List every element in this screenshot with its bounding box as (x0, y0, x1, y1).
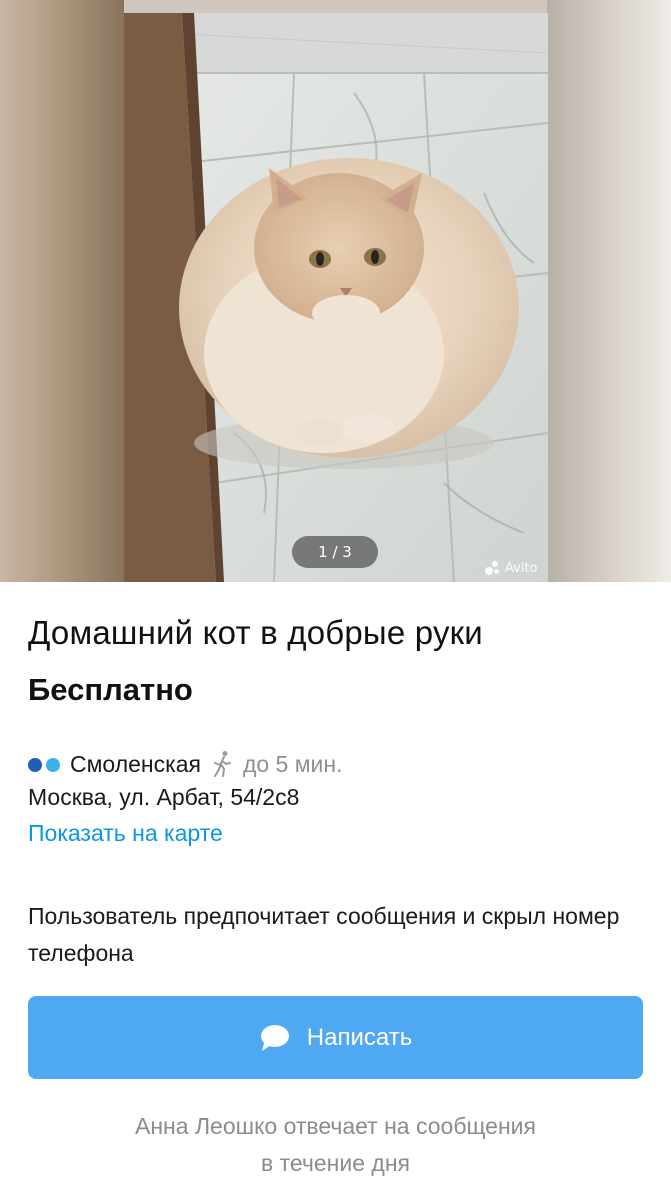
cat-photo-image (124, 13, 548, 582)
contact-preference-text: Пользователь предпочитает сообщения и ск… (28, 903, 620, 966)
write-message-button[interactable]: Написать (28, 996, 643, 1079)
listing-title: Домашний кот в добрые руки (28, 614, 483, 651)
metro-line-dot (28, 758, 42, 772)
avito-watermark: Avito (485, 558, 538, 578)
photo-gallery[interactable]: 1 / 3 Avito (0, 0, 671, 582)
reply-time-note: Анна Леошко отвечает на сообщения в тече… (0, 1108, 671, 1182)
address: Москва, ул. Арбат, 54/2с8 (28, 784, 300, 810)
chat-bubble-icon (260, 1024, 289, 1051)
show-on-map-link[interactable]: Показать на карте (28, 820, 223, 847)
write-button-label: Написать (306, 1023, 413, 1051)
metro-line-dot (46, 758, 60, 772)
watermark-text: Avito (505, 560, 538, 576)
walk-icon (213, 751, 231, 777)
metro-info: Смоленская до 5 мин. (28, 746, 342, 782)
listing-photo[interactable] (124, 13, 548, 582)
gallery-blur-right (547, 0, 671, 582)
listing-price: Бесплатно (28, 672, 193, 707)
walk-time: до 5 мин. (242, 750, 343, 777)
avito-logo-icon (485, 561, 501, 575)
metro-line-dots (28, 758, 60, 772)
metro-station: Смоленская (70, 750, 201, 777)
reply-note-line1: Анна Леошко отвечает на сообщения (135, 1113, 536, 1139)
reply-note-line2: в течение дня (261, 1150, 410, 1176)
gallery-blur-left (0, 0, 124, 582)
photo-counter: 1 / 3 (292, 536, 378, 568)
